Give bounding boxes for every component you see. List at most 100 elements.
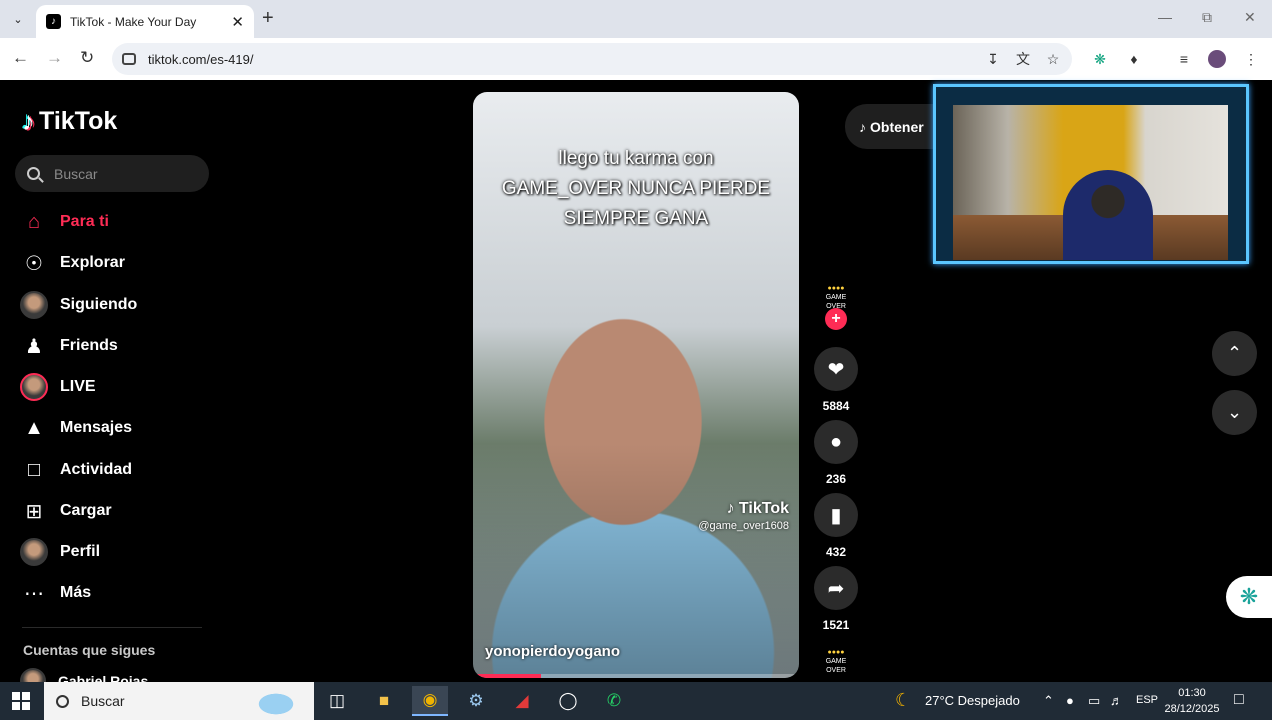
save-action[interactable]: ▮ 432 [813,493,859,559]
creator-avatar[interactable]: ●●●● GAME OVER [815,284,857,310]
install-app-icon[interactable]: ↧ [984,50,1002,68]
chatgpt-assistant-icon[interactable]: ❋ [1226,576,1272,618]
nav-mas[interactable]: ⋯ Más [20,578,91,608]
tab-close-icon[interactable]: ✕ [231,13,244,31]
next-video-chevron-down-icon[interactable]: ⌄ [1212,390,1257,435]
get-app-button[interactable]: ♪ Obtener [845,104,945,149]
nav-friends[interactable]: ♟ Friends [20,331,118,361]
comment-icon[interactable]: ● [814,420,858,464]
translate-icon[interactable]: 文 [1014,50,1032,68]
weather-text[interactable]: 27°C Despejado [925,693,1020,708]
video-author[interactable]: yonopierdoyogano [485,643,620,660]
nav-explorar[interactable]: ☉ Explorar [20,248,125,278]
follow-plus-icon[interactable]: + [825,308,847,330]
tab-search-icon[interactable]: ⌄ [6,8,30,30]
tiktok-logo[interactable]: ♪ TikTok [22,106,117,137]
nav-label: Explorar [60,254,125,271]
taskbar-search[interactable]: Buscar [44,682,314,720]
video-progress-bar[interactable] [473,674,799,678]
profile-avatar-icon[interactable] [1208,50,1226,68]
windows-start-icon[interactable] [12,692,30,710]
music-disc[interactable]: ●●●● GAME OVER [815,648,857,674]
get-app-icon: ♪ [859,118,866,135]
notifications-icon[interactable]: □ [1234,691,1244,709]
language-indicator[interactable]: ESP [1136,694,1158,706]
upload-icon: ⊞ [25,500,43,523]
weather-moon-icon[interactable]: ☾ [895,690,911,711]
bookmark-icon[interactable]: ▮ [814,493,858,537]
search-icon [56,694,69,708]
caption-line: llego tu karma con [558,148,714,169]
menu-kebab-icon[interactable]: ⋮ [1242,50,1260,68]
more-icon: ⋯ [24,582,44,605]
nav-label: Mensajes [60,419,133,436]
tiktok-favicon-icon: ♪ [46,14,61,29]
tiktok-sidebar: ♪ TikTok Buscar ⌂ Para ti ☉ Explorar Sig… [0,82,230,694]
nav-siguiendo[interactable]: Siguiendo [20,290,137,320]
reload-icon[interactable]: ↻ [80,48,94,68]
compass-icon: ☉ [25,252,43,275]
volume-icon[interactable]: ♬ [1110,693,1123,708]
share-action[interactable]: ➦ 1521 [813,566,859,632]
forward-icon[interactable]: → [46,48,63,68]
chrome-icon[interactable]: ◉ [412,686,448,716]
music-disc-text: GAME OVER [825,658,847,674]
comment-action[interactable]: ● 236 [813,420,859,486]
like-action[interactable]: ❤ 5884 [813,347,859,413]
watermark-brand-text: TikTok [738,500,789,517]
reading-list-icon[interactable]: ≡ [1175,50,1193,68]
url-text: tiktok.com/es-419/ [148,51,254,67]
friends-icon: ♟ [25,335,43,358]
following-section-title: Cuentas que sigues [23,642,156,658]
nav-actividad[interactable]: □ Actividad [20,455,132,485]
file-explorer-icon[interactable]: ■ [366,686,402,716]
taskbar-search-label: Buscar [81,693,125,709]
following-avatar [20,291,48,319]
webcam-overlay [933,84,1249,264]
browser-toolbar: ← → ↻ tiktok.com/es-419/ ↧ 文 ☆ ❋ ♦ ≡ ⋮ [0,38,1272,80]
nav-para-ti[interactable]: ⌂ Para ti [20,207,109,237]
task-view-icon[interactable]: ◫ [319,686,355,716]
music-disc-art: ●●●● [827,649,845,656]
steam-icon[interactable]: ⚙ [458,686,494,716]
caption-line: GAME_OVER NUNCA PIERDE [501,178,771,199]
restore-icon[interactable]: ⧉ [1202,9,1212,26]
extensions-icon[interactable]: ♦ [1125,50,1143,68]
previous-video-chevron-up-icon[interactable]: ⌃ [1212,331,1257,376]
taskbar-clock[interactable]: 01:30 28/12/2025 [1160,685,1224,717]
network-icon[interactable]: ▭ [1088,693,1100,709]
nav-perfil[interactable]: Perfil [20,537,100,567]
back-icon[interactable]: ← [12,48,29,68]
share-icon[interactable]: ➦ [814,566,858,610]
tiktok-note-icon: ♪ [22,106,35,136]
nav-label: Friends [60,337,118,354]
nav-cargar[interactable]: ⊞ Cargar [20,496,112,526]
nav-mensajes[interactable]: ▲ Mensajes [20,413,132,443]
creator-avatar-art: ●●●● [827,285,845,292]
bookmark-star-icon[interactable]: ☆ [1044,50,1062,68]
whatsapp-icon[interactable]: ✆ [596,686,632,716]
window-close-icon[interactable]: ✕ [1244,9,1256,26]
sidebar-divider [22,627,202,628]
heart-icon[interactable]: ❤ [814,347,858,391]
nav-live[interactable]: LIVE [20,372,96,402]
amd-icon[interactable]: ◢ [504,686,540,716]
microphone-icon[interactable]: ● [1066,693,1074,708]
browser-tab[interactable]: ♪ TikTok - Make Your Day ✕ [36,5,254,38]
tray-chevron-up-icon[interactable]: ⌃ [1043,693,1054,709]
site-info-icon[interactable] [122,53,136,65]
search-placeholder: Buscar [54,165,98,182]
minimize-icon[interactable]: — [1158,9,1172,25]
webcam-person [1063,170,1153,260]
obs-icon[interactable]: ◯ [550,686,586,716]
new-tab-icon[interactable]: + [262,8,274,28]
address-bar[interactable]: tiktok.com/es-419/ [112,43,1072,75]
video-caption: llego tu karma con GAME_OVER NUNCA PIERD… [473,144,799,234]
video-watermark: ♪ TikTok @game_over1608 [698,500,789,532]
nav-label: LIVE [60,378,96,395]
watermark-user: @game_over1608 [698,520,789,532]
search-input[interactable]: Buscar [15,155,209,192]
chatgpt-extension-icon[interactable]: ❋ [1091,50,1109,68]
video-player[interactable]: llego tu karma con GAME_OVER NUNCA PIERD… [473,92,799,678]
nav-label: Perfil [60,543,101,560]
